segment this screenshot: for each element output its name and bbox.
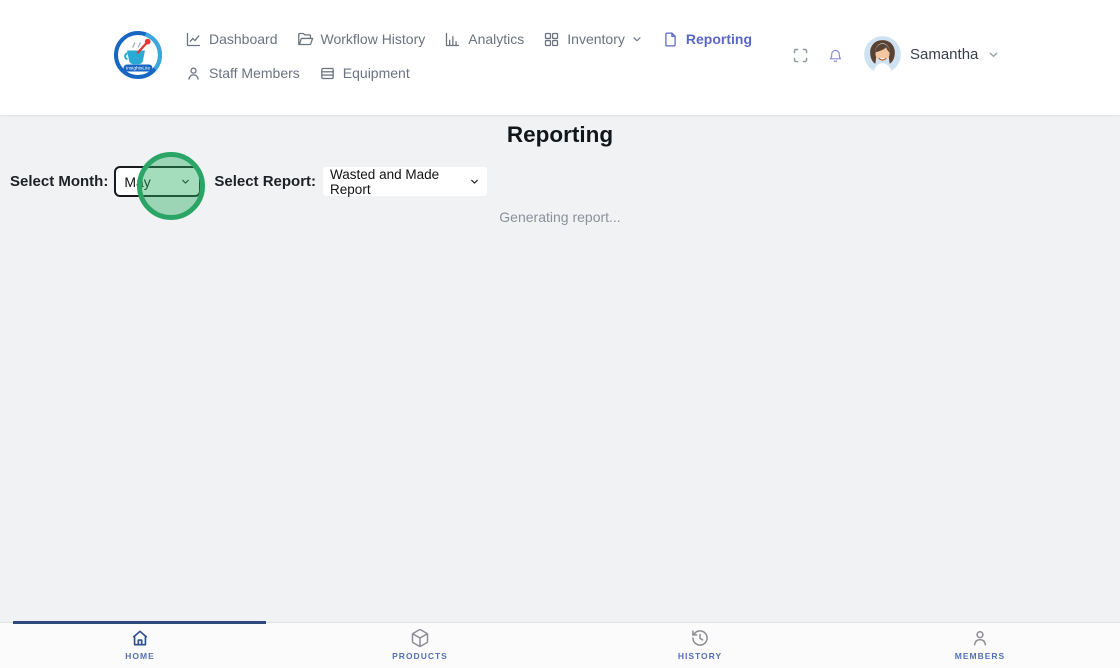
brand-logo[interactable]: InsightsLite — [112, 29, 164, 81]
brand-name: InsightsLite — [126, 66, 151, 72]
nav-item-label: Workflow History — [320, 31, 426, 47]
bottom-nav: HOME PRODUCTS HISTORY MEMBERS — [0, 621, 1120, 668]
nav-item-analytics[interactable]: Analytics — [444, 31, 524, 48]
nav-item-inventory[interactable]: Inventory — [543, 31, 643, 48]
chevron-down-icon — [989, 52, 998, 58]
history-icon — [692, 630, 708, 646]
bar-chart-icon — [446, 32, 460, 46]
bottom-tab-history[interactable]: HISTORY — [560, 623, 840, 668]
line-chart-icon — [186, 32, 201, 46]
nav-item-equipment[interactable]: Equipment — [319, 65, 410, 82]
main-nav: Dashboard Workflow History Analytics Inv… — [185, 27, 752, 85]
equipment-list-icon — [320, 67, 334, 79]
month-select-value: May — [124, 173, 151, 190]
bottom-tab-label: PRODUCTS — [392, 651, 448, 661]
fullscreen-button[interactable] — [792, 47, 809, 64]
chevron-down-icon — [182, 179, 190, 184]
nav-item-label: Staff Members — [209, 65, 300, 81]
report-status: Generating report... — [499, 209, 621, 225]
bottom-tab-members[interactable]: MEMBERS — [840, 623, 1120, 668]
avatar-woman-icon — [864, 36, 901, 73]
top-header: InsightsLite Dashboard Workflow History — [0, 0, 1120, 115]
user-name: Samantha — [910, 46, 979, 63]
grid-icon — [545, 32, 559, 46]
main-nav-row-2: Staff Members Equipment — [185, 61, 752, 85]
bottom-tab-home[interactable]: HOME — [0, 623, 280, 668]
package-icon — [411, 628, 429, 648]
notifications-button[interactable] — [828, 48, 843, 64]
nav-item-label: Reporting — [685, 31, 752, 47]
month-select[interactable]: May — [114, 166, 202, 197]
bottom-tab-label: HOME — [125, 651, 155, 661]
main-nav-row-1: Dashboard Workflow History Analytics Inv… — [185, 27, 752, 51]
active-tab-indicator — [13, 621, 266, 624]
nav-item-dashboard[interactable]: Dashboard — [185, 31, 278, 48]
bell-icon — [829, 49, 842, 63]
bottom-tab-label: MEMBERS — [954, 651, 1006, 661]
chevron-down-icon — [471, 179, 478, 184]
person-icon — [973, 631, 987, 646]
user-menu[interactable]: Samantha — [864, 36, 1000, 73]
person-icon — [188, 67, 199, 80]
folder-open-icon — [297, 32, 313, 45]
report-controls: Select Month: May Select Report: Wasted … — [10, 166, 488, 197]
bottom-tab-label: HISTORY — [677, 651, 723, 661]
fullscreen-icon — [793, 48, 808, 63]
nav-item-reporting[interactable]: Reporting — [662, 31, 752, 48]
chevron-down-icon — [633, 37, 641, 42]
nav-item-label: Equipment — [342, 65, 410, 81]
coffee-cup-logo-icon: InsightsLite — [114, 31, 162, 79]
select-report-label: Select Report: — [214, 173, 317, 190]
home-icon — [132, 630, 148, 646]
nav-item-label: Inventory — [567, 31, 625, 47]
nav-item-staff-members[interactable]: Staff Members — [185, 65, 300, 82]
page-title: Reporting — [506, 122, 614, 147]
file-icon — [665, 31, 676, 47]
report-select-value: Wasted and Made Report — [330, 166, 440, 197]
nav-item-label: Dashboard — [209, 31, 278, 47]
select-month-label: Select Month: — [10, 173, 109, 190]
avatar — [864, 36, 901, 73]
nav-item-label: Analytics — [468, 31, 525, 47]
bottom-tab-products[interactable]: PRODUCTS — [280, 623, 560, 668]
report-select[interactable]: Wasted and Made Report — [323, 166, 488, 197]
nav-item-workflow-history[interactable]: Workflow History — [297, 31, 426, 48]
